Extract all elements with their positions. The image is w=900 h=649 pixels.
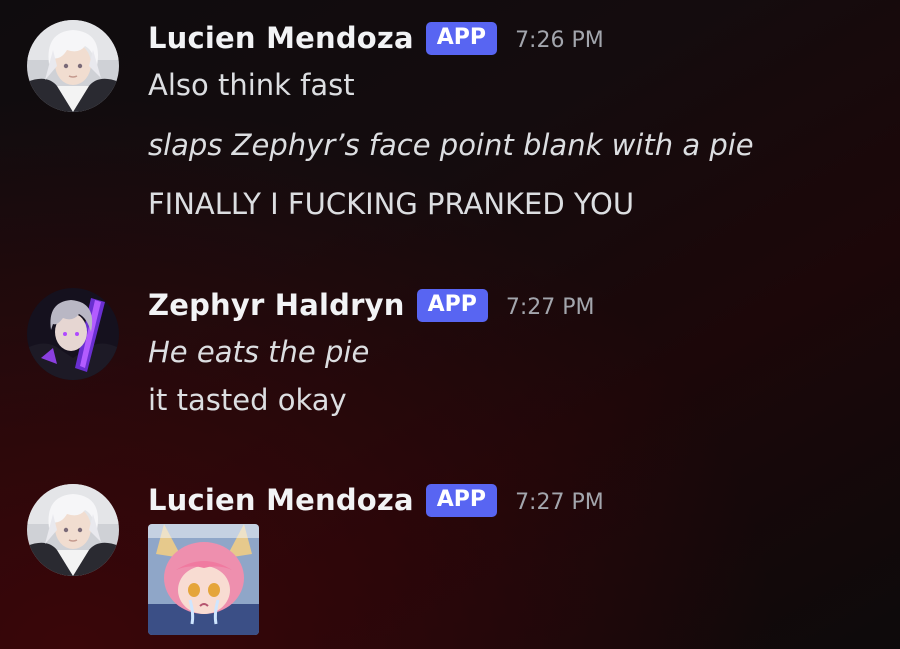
app-badge: APP [416, 288, 488, 322]
timestamp[interactable]: 7:26 PM [515, 28, 604, 53]
app-badge: APP [425, 21, 498, 55]
avatar-lucien-mendoza[interactable] [27, 20, 119, 112]
white-haired-character-avatar-icon [27, 484, 119, 576]
crying-pink-haired-foxgirl-image-icon [148, 524, 259, 635]
avatar-lucien-mendoza[interactable] [27, 484, 119, 576]
message-text: He eats the pie [148, 335, 370, 369]
image-attachment[interactable] [148, 524, 259, 635]
message-header: Lucien Mendoza APP 7:27 PM [148, 478, 604, 522]
message-header: Zephyr Haldryn APP 7:27 PM [148, 283, 595, 327]
avatar-zephyr-haldryn[interactable] [27, 288, 119, 380]
dark-armored-character-avatar-icon [27, 288, 119, 380]
message-text: slaps Zephyr’s face point blank with a p… [148, 128, 754, 162]
timestamp[interactable]: 7:27 PM [515, 490, 604, 515]
username[interactable]: Lucien Mendoza [148, 483, 414, 517]
message-header: Lucien Mendoza APP 7:26 PM [148, 16, 604, 60]
message-text: it tasted okay [148, 383, 347, 417]
white-haired-character-avatar-icon [27, 20, 119, 112]
username[interactable]: Zephyr Haldryn [148, 288, 405, 322]
username[interactable]: Lucien Mendoza [148, 21, 414, 55]
timestamp[interactable]: 7:27 PM [506, 295, 595, 320]
message-text: Also think fast [148, 68, 355, 102]
message-text: FINALLY I FUCKING PRANKED YOU [148, 187, 635, 221]
app-badge: APP [425, 483, 498, 517]
